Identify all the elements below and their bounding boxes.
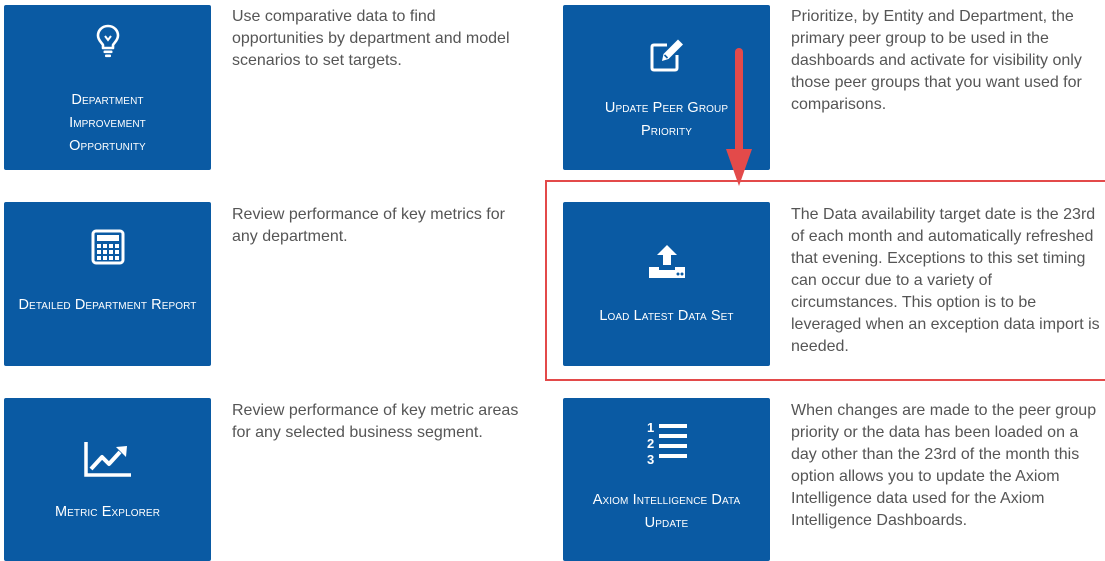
tile-description: When changes are made to the peer group … [791, 402, 1097, 529]
tile-description: Review performance of key metric areas f… [232, 402, 519, 441]
tile-label: Detailed Department Report [18, 297, 197, 313]
tile-detailed-department-report[interactable]: Detailed Department Report [4, 202, 211, 366]
svg-text:1: 1 [647, 420, 654, 435]
svg-text:2: 2 [647, 436, 654, 451]
svg-text:3: 3 [647, 452, 654, 467]
tile-description: Prioritize, by Entity and Department, th… [791, 8, 1082, 113]
tile-metric-explorer[interactable]: Metric Explorer [4, 398, 211, 561]
down-arrow-icon [725, 48, 753, 193]
tile-label: Department Improvement Opportunity [69, 92, 146, 154]
lightbulb-icon [4, 23, 211, 59]
tile-description: Use comparative data to find opportuniti… [232, 8, 510, 69]
tile-label: Axiom Intelligence Data Update [592, 492, 741, 531]
tile-department-improvement-opportunity[interactable]: Department Improvement Opportunity [4, 5, 211, 170]
trend-chart-icon [4, 440, 211, 478]
tile-label: Metric Explorer [54, 504, 161, 520]
calculator-icon [4, 229, 211, 265]
tile-axiom-intelligence-data-update[interactable]: 1 2 3 Axiom Intelligence Data Update [563, 398, 770, 561]
tile-description: Review performance of key metrics for an… [232, 206, 505, 245]
highlight-box [545, 180, 1105, 381]
numbered-list-icon: 1 2 3 [563, 419, 770, 467]
